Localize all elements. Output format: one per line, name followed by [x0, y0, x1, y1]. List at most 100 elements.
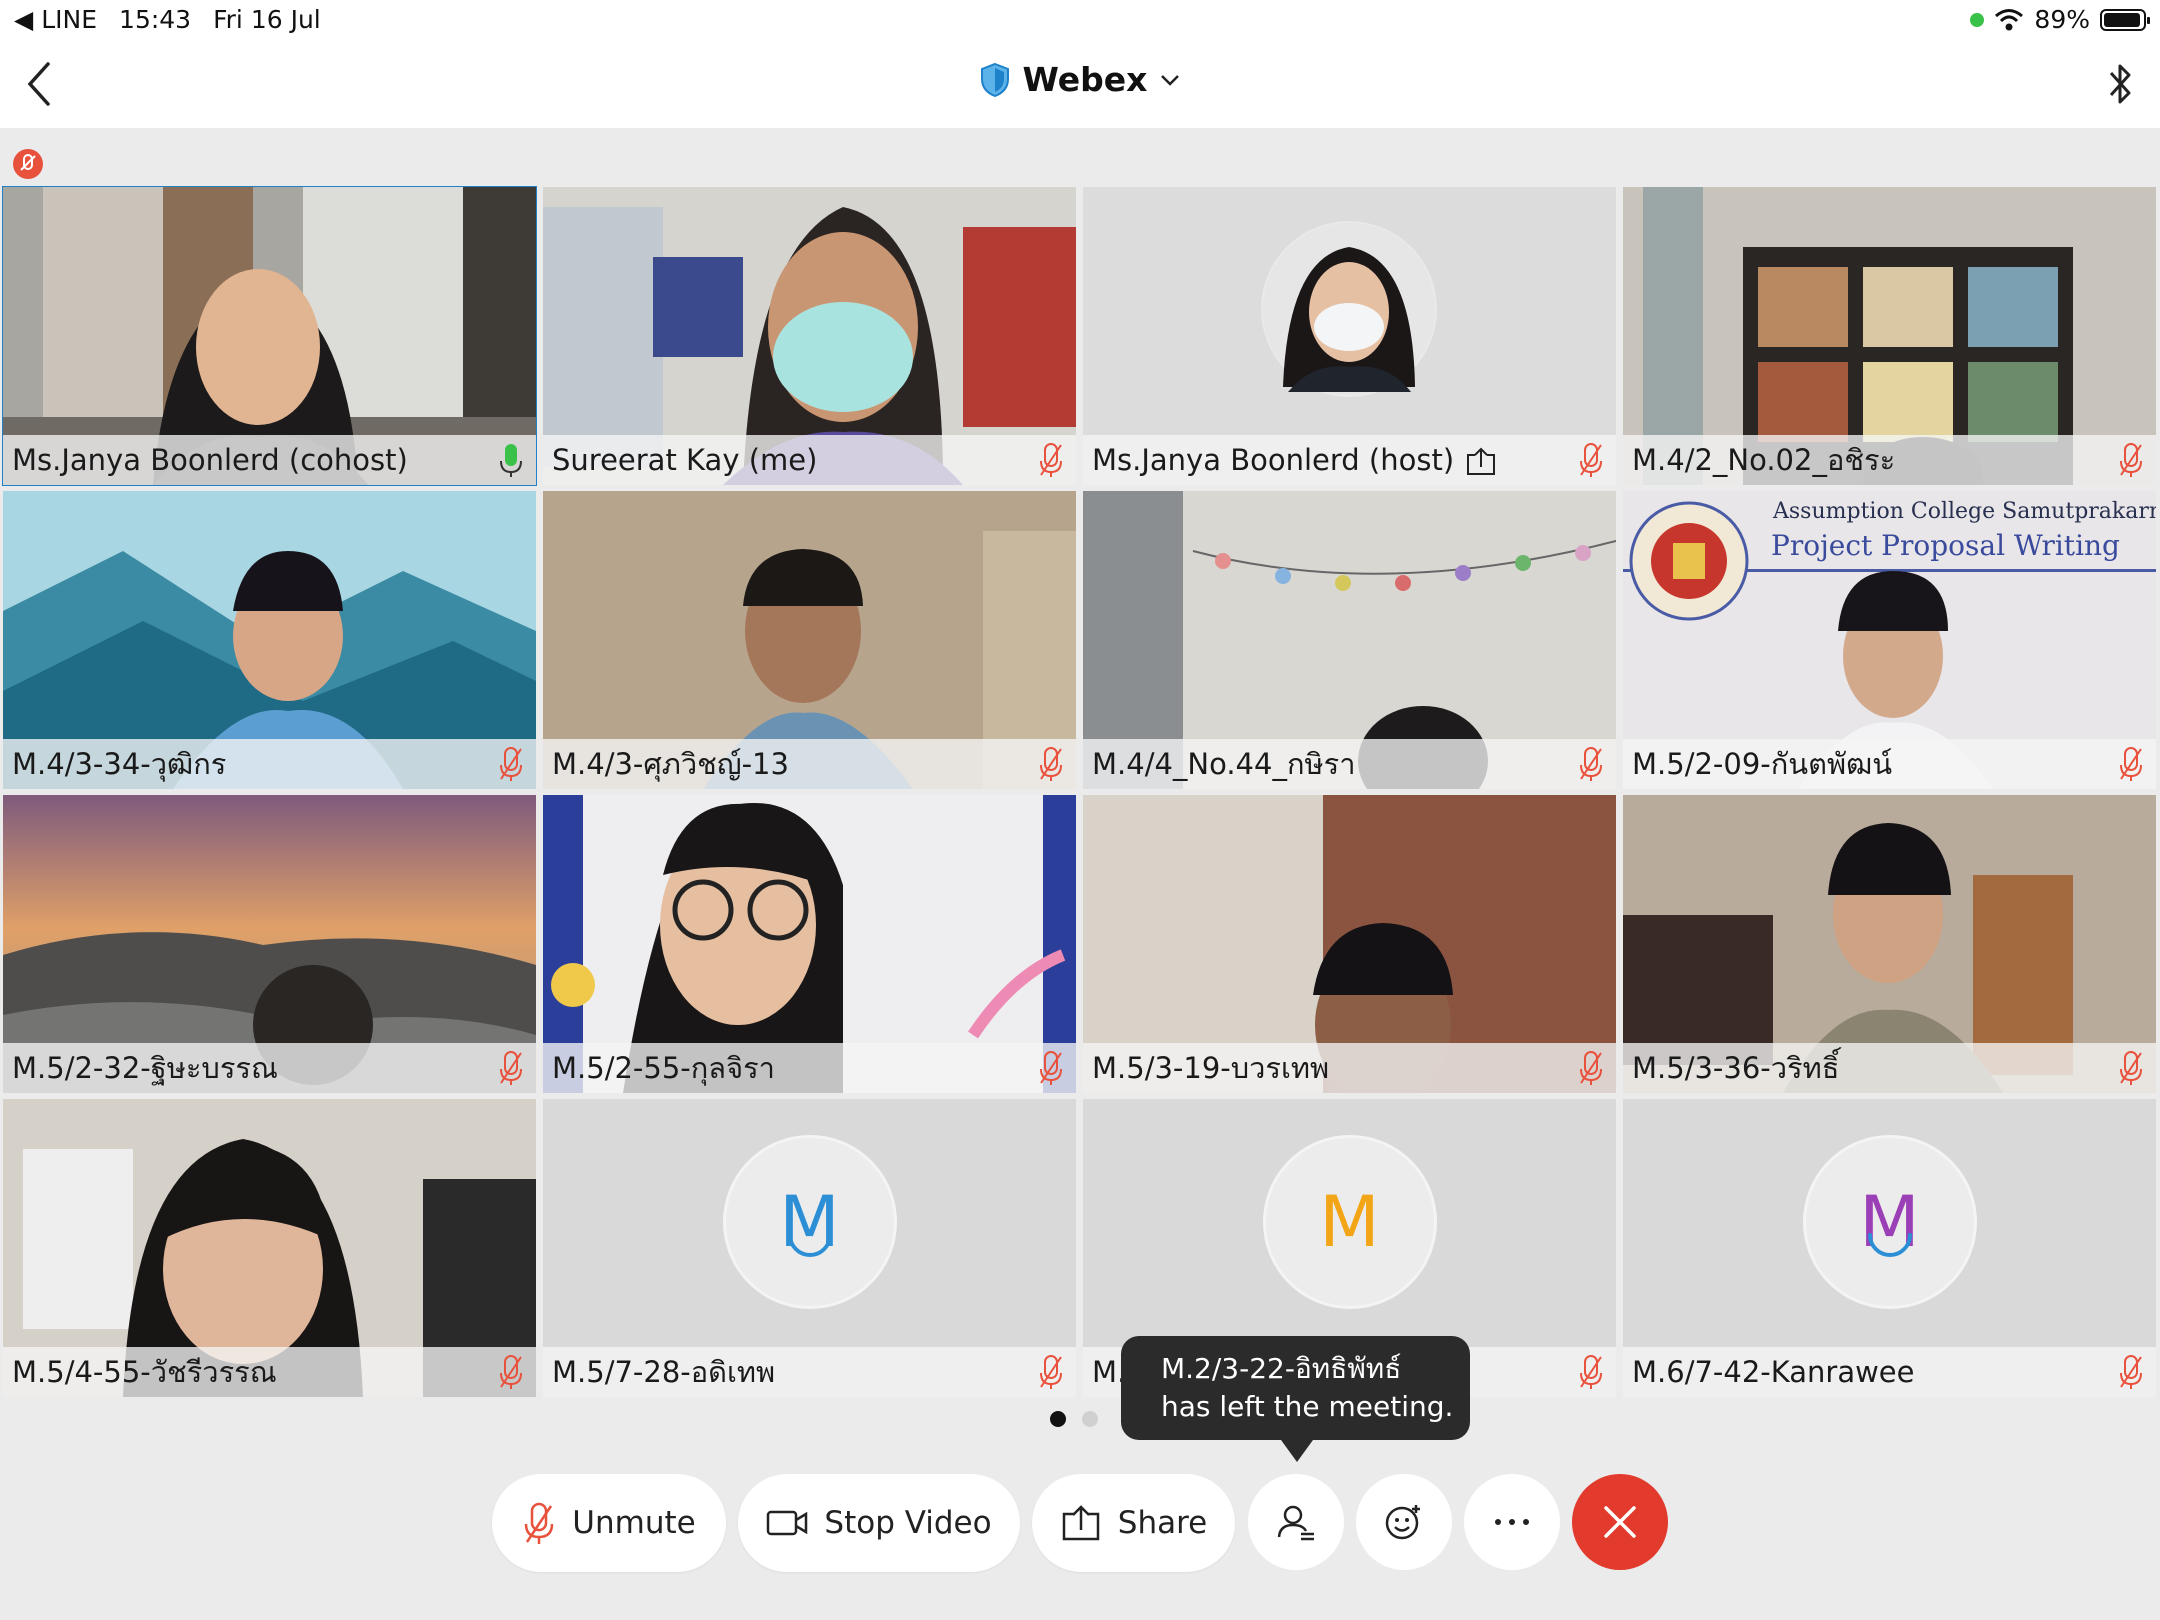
battery-percent: 89%	[2034, 5, 2090, 34]
back-to-app[interactable]: ◀ LINE	[14, 5, 97, 34]
share-button[interactable]: Share	[1032, 1474, 1235, 1572]
back-app-label: LINE	[41, 5, 98, 34]
leave-meeting-button[interactable]	[1572, 1474, 1668, 1570]
participant-namebar: M.4/3-34-วุฒิกร	[3, 739, 536, 789]
battery-icon	[2100, 8, 2150, 31]
participant-tile[interactable]: M.5/2-32-ฐิษะบรรณ	[3, 795, 536, 1093]
participant-tile[interactable]: M.4/4_No.44_กษิรา	[1083, 491, 1616, 789]
mic-muted-icon	[2120, 443, 2142, 477]
participant-name: M.4/2_No.02_อชิระ	[1632, 443, 1896, 477]
participant-namebar: M.4/4_No.44_กษิรา	[1083, 739, 1616, 789]
participant-tile[interactable]: Sureerat Kay (me)	[543, 187, 1076, 485]
mic-muted-icon	[2120, 1051, 2142, 1085]
stop-video-button[interactable]: Stop Video	[738, 1474, 1020, 1572]
participant-name: M.5/3-36-วริทธิ์	[1632, 1051, 1840, 1085]
connecting-spinner-icon	[1867, 1233, 1912, 1257]
participant-tile[interactable]: M M.6/7-42-Kanrawee	[1623, 1099, 2156, 1397]
participant-tile[interactable]: M.4/3-34-วุฒิกร	[3, 491, 536, 789]
avatar-letter: M	[1319, 1181, 1380, 1263]
stop-video-label: Stop Video	[824, 1505, 992, 1541]
self-muted-indicator-icon	[13, 149, 43, 179]
participant-name: M.5/2-32-ฐิษะบรรณ	[12, 1051, 278, 1085]
mic-muted-icon	[1040, 747, 1062, 781]
participant-namebar: M.5/3-19-บวรเทพ	[1083, 1043, 1616, 1093]
mic-muted-icon	[1580, 443, 1602, 477]
participant-tile[interactable]: Ms.Janya Boonlerd (cohost)	[2, 186, 537, 486]
status-bar: ◀ LINE 15:43 Fri 16 Jul 89%	[0, 0, 2160, 40]
page-dot-active[interactable]	[1050, 1411, 1066, 1427]
connecting-spinner-icon	[787, 1233, 832, 1257]
mic-muted-icon	[2120, 1355, 2142, 1389]
participant-name: Sureerat Kay (me)	[552, 443, 818, 477]
mic-muted-icon	[1040, 1355, 1062, 1389]
participant-name: M.4/3-34-วุฒิกร	[12, 747, 227, 781]
participant-namebar: M.4/3-ศุภวิชญ์-13	[543, 739, 1076, 789]
back-triangle-icon: ◀	[14, 5, 34, 34]
mic-muted-icon	[1580, 1355, 1602, 1389]
meeting-title-dropdown[interactable]: Webex	[0, 60, 2160, 99]
more-dots-icon	[1495, 1519, 1529, 1525]
participant-name: M.5/2-55-กุลจิรา	[552, 1051, 775, 1085]
participant-tile[interactable]: M.5/3-36-วริทธิ์	[1623, 795, 2156, 1093]
banner-school-name: Assumption College Samutprakarn	[1773, 499, 2156, 524]
participant-tile[interactable]: M.4/2_No.02_อชิระ	[1623, 187, 2156, 485]
participant-namebar: M.5/2-55-กุลจิรา	[543, 1043, 1076, 1093]
unmute-button[interactable]: Unmute	[492, 1474, 726, 1572]
participant-tile[interactable]: Assumption College Samutprakarn Project …	[1623, 491, 2156, 789]
avatar-initial: M	[722, 1135, 897, 1309]
meeting-title: Webex	[1022, 60, 1148, 99]
status-date: Fri 16 Jul	[213, 5, 321, 34]
participant-namebar: Ms.Janya Boonlerd (host)	[1083, 435, 1616, 485]
participant-tile[interactable]: M M.5/7-28-อดิเทพ	[543, 1099, 1076, 1397]
participant-namebar: Sureerat Kay (me)	[543, 435, 1076, 485]
avatar-initial: M	[1802, 1135, 1977, 1309]
mic-muted-icon	[1040, 1051, 1062, 1085]
participant-name: M.6/7-42-Kanrawee	[1632, 1355, 1915, 1389]
close-icon	[1604, 1506, 1636, 1538]
participant-tile[interactable]: M.5/2-55-กุลจิรา	[543, 795, 1076, 1093]
participant-tile[interactable]: M.5/4-55-วัชรีวรรณ	[3, 1099, 536, 1397]
video-camera-icon	[767, 1510, 808, 1536]
share-icon	[1062, 1505, 1100, 1541]
participant-name: M.4/4_No.44_กษิรา	[1092, 747, 1356, 781]
participant-namebar: M.6/7-42-Kanrawee	[1623, 1347, 2156, 1397]
page-indicator[interactable]	[1050, 1411, 1098, 1427]
mic-muted-icon	[2120, 747, 2142, 781]
navigation-bar: Webex	[0, 40, 2160, 128]
participant-name: M.4/3-ศุภวิชญ์-13	[552, 747, 789, 781]
mic-muted-icon	[1580, 1051, 1602, 1085]
participants-icon	[1277, 1505, 1314, 1541]
unmute-label: Unmute	[572, 1505, 696, 1541]
bluetooth-icon[interactable]	[2100, 58, 2140, 110]
participant-name: M.5/4-55-วัชรีวรรณ	[12, 1355, 277, 1389]
mic-muted-icon	[500, 1355, 522, 1389]
sharing-icon	[1467, 447, 1496, 475]
participant-namebar: M.5/2-09-กันตพัฒน์	[1623, 739, 2156, 789]
participant-left-toast: M.2/3-22-อิทธิพัทธ์ has left the meeting…	[1121, 1336, 1470, 1462]
participant-tile[interactable]: Ms.Janya Boonlerd (host)	[1083, 187, 1616, 485]
wifi-icon	[1995, 8, 2024, 30]
mic-in-use-icon	[1970, 12, 1985, 27]
meeting-controls: Unmute Stop Video Share	[0, 1474, 2160, 1574]
reactions-button[interactable]	[1356, 1474, 1452, 1570]
participant-name: Ms.Janya Boonlerd (host)	[1092, 443, 1578, 477]
toast-participant-name: M.2/3-22-อิทธิพัทธ์	[1161, 1352, 1402, 1385]
participant-name: M.5/2-09-กันตพัฒน์	[1632, 747, 1893, 781]
participant-name: M.5/3-19-บวรเทพ	[1092, 1051, 1330, 1085]
participants-button[interactable]	[1248, 1474, 1344, 1570]
participant-tile[interactable]: M.4/3-ศุภวิชญ์-13	[543, 491, 1076, 789]
participant-name: Ms.Janya Boonlerd (cohost)	[12, 443, 408, 477]
mic-muted-icon	[1040, 443, 1062, 477]
mic-muted-icon	[525, 1502, 554, 1544]
mic-active-icon	[500, 444, 522, 477]
participant-tile[interactable]: M.5/3-19-บวรเทพ	[1083, 795, 1616, 1093]
participant-namebar: M.5/2-32-ฐิษะบรรณ	[3, 1043, 536, 1093]
participant-namebar: M.4/2_No.02_อชิระ	[1623, 435, 2156, 485]
participant-namebar: M.5/4-55-วัชรีวรรณ	[3, 1347, 536, 1397]
more-options-button[interactable]	[1464, 1474, 1560, 1570]
shield-icon	[980, 62, 1009, 97]
mic-muted-icon	[500, 747, 522, 781]
page-dot[interactable]	[1082, 1411, 1098, 1427]
participant-namebar: M.5/3-36-วริทธิ์	[1623, 1043, 2156, 1093]
participant-name-text: Ms.Janya Boonlerd (host)	[1092, 443, 1455, 477]
